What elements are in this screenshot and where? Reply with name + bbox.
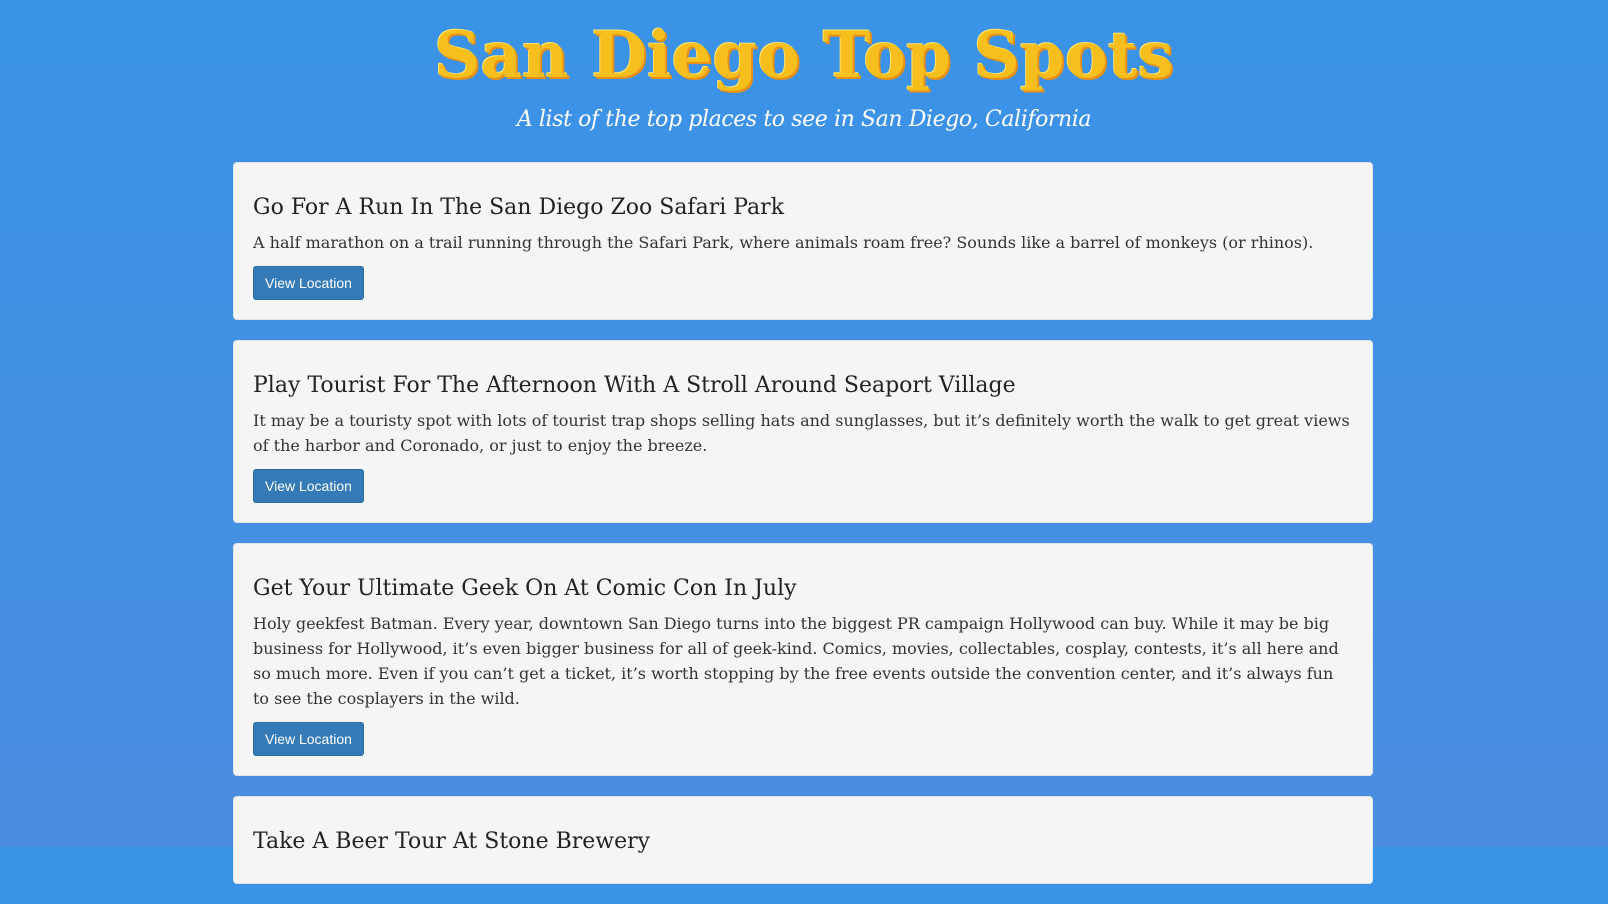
- spot-title: Get Your Ultimate Geek On At Comic Con I…: [253, 576, 797, 601]
- page-subtitle: A list of the top places to see in San D…: [516, 107, 1092, 132]
- spot-card: Get Your Ultimate Geek On At Comic Con I…: [233, 543, 1373, 776]
- spot-title: Take A Beer Tour At Stone Brewery: [253, 829, 651, 854]
- spots-list: Go For A Run In The San Diego Zoo Safari…: [233, 162, 1373, 904]
- view-location-button[interactable]: View Location: [253, 266, 364, 300]
- view-location-button[interactable]: View Location: [253, 722, 364, 756]
- spot-title: Play Tourist For The Afternoon With A St…: [253, 373, 1016, 398]
- view-location-button[interactable]: View Location: [253, 469, 364, 503]
- spot-description: A half marathon on a trail running throu…: [253, 233, 1314, 252]
- spot-title: Go For A Run In The San Diego Zoo Safari…: [253, 195, 785, 220]
- spot-card: Go For A Run In The San Diego Zoo Safari…: [233, 162, 1373, 320]
- spot-card: Play Tourist For The Afternoon With A St…: [233, 340, 1373, 523]
- page-title: San Diego Top Spots: [434, 18, 1174, 93]
- spot-description: It may be a touristy spot with lots of t…: [253, 411, 1350, 455]
- page: San Diego Top Spots A list of the top pl…: [0, 0, 1608, 884]
- spot-card: Take A Beer Tour At Stone Brewery: [233, 796, 1373, 884]
- page-header: San Diego Top Spots A list of the top pl…: [0, 0, 1608, 134]
- spot-description: Holy geekfest Batman. Every year, downto…: [253, 614, 1339, 708]
